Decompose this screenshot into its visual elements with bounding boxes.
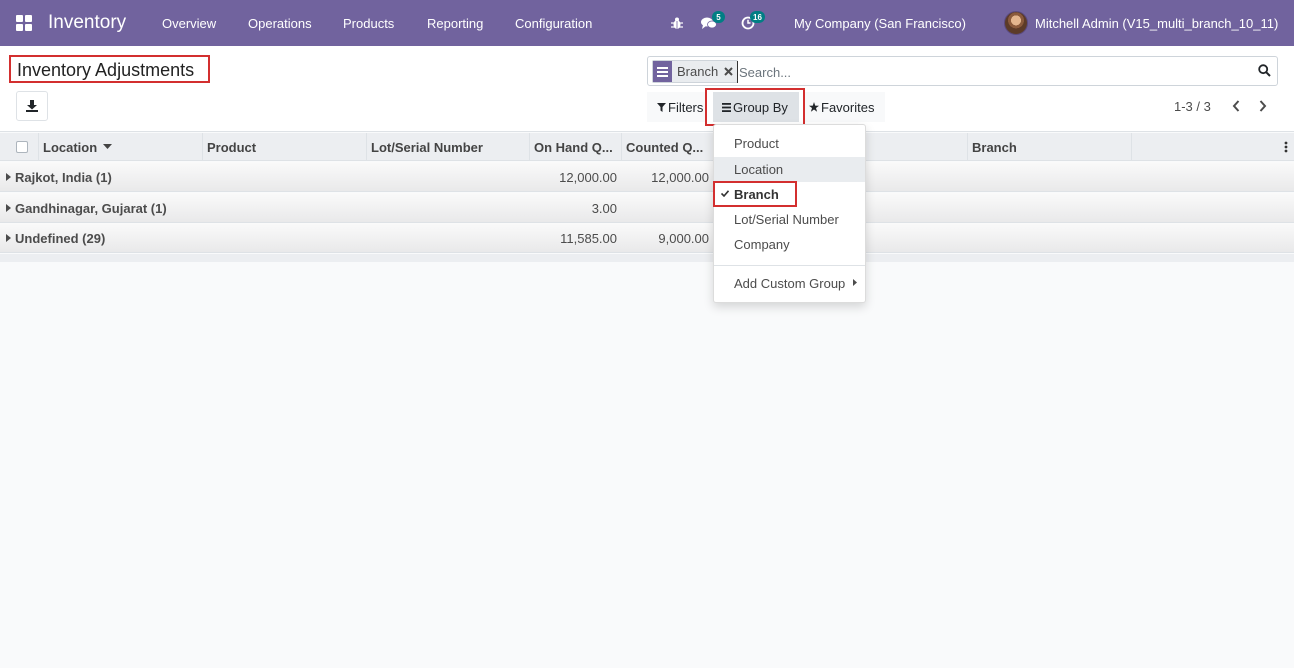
facet-label: Branch <box>677 64 719 79</box>
column-header-product[interactable]: Product <box>202 133 366 161</box>
user-menu[interactable]: Mitchell Admin (V15_multi_branch_10_11) <box>1035 0 1278 46</box>
dropdown-divider <box>714 265 865 266</box>
filters-button[interactable]: Filters <box>647 92 705 122</box>
favorites-button[interactable]: Favorites <box>805 92 885 122</box>
group-by-highlight <box>705 88 805 126</box>
group-on-hand-total: 12,000.00 <box>559 170 617 185</box>
submenu-caret-right-icon <box>853 279 857 286</box>
debug-bug-icon[interactable] <box>670 0 684 46</box>
sort-caret-down-icon <box>103 144 113 149</box>
column-header-counted-quantity[interactable]: Counted Q... <box>621 133 713 161</box>
filters-label: Filters <box>668 99 704 115</box>
control-panel: Inventory Adjustments Branch Filters Gro… <box>0 46 1294 132</box>
company-switcher[interactable]: My Company (San Francisco) <box>794 0 966 46</box>
page-title: Inventory Adjustments <box>9 55 210 83</box>
search-bar: Branch <box>647 56 1278 86</box>
group-by-dropdown: Product Location Branch Lot/Serial Numbe… <box>713 124 866 303</box>
expand-caret-right-icon <box>6 173 11 181</box>
group-name: Undefined (29) <box>15 231 106 246</box>
group-by-option-lot-serial[interactable]: Lot/Serial Number <box>714 207 865 232</box>
pager-next-chevron-right-icon[interactable] <box>1256 98 1270 114</box>
optional-columns-dots-icon[interactable] <box>1284 141 1290 155</box>
top-navbar: Inventory Overview Operations Products R… <box>0 0 1294 46</box>
group-row[interactable]: Undefined (29) 11,585.00 9,000.00 <box>0 223 1294 253</box>
group-row[interactable]: Gandhinagar, Gujarat (1) 3.00 <box>0 193 1294 223</box>
group-name: Rajkot, India (1) <box>15 170 112 185</box>
search-icon[interactable] <box>1258 64 1271 80</box>
menu-operations[interactable]: Operations <box>248 0 312 46</box>
group-by-option-product[interactable]: Product <box>714 131 865 156</box>
favorites-label: Favorites <box>821 99 875 115</box>
app-title[interactable]: Inventory <box>48 0 126 46</box>
group-by-option-location[interactable]: Location <box>714 157 865 182</box>
group-by-list-icon <box>653 61 672 82</box>
select-all-checkbox[interactable] <box>16 141 28 153</box>
column-header-on-hand-quantity[interactable]: On Hand Q... <box>529 133 621 161</box>
star-icon <box>809 102 819 112</box>
menu-configuration[interactable]: Configuration <box>515 0 592 46</box>
group-on-hand-total: 11,585.00 <box>560 231 617 246</box>
group-counted-total: 9,000.00 <box>658 231 709 246</box>
apps-menu-icon[interactable] <box>16 0 34 46</box>
group-name: Gandhinagar, Gujarat (1) <box>15 201 167 216</box>
expand-caret-right-icon <box>6 234 11 242</box>
menu-reporting[interactable]: Reporting <box>427 0 483 46</box>
facet-remove-close-icon[interactable] <box>722 67 734 76</box>
column-header-empty <box>1131 133 1294 161</box>
column-header-lot-serial[interactable]: Lot/Serial Number <box>366 133 529 161</box>
group-by-option-company[interactable]: Company <box>714 232 865 257</box>
list-footer <box>0 254 1294 262</box>
add-custom-group-option[interactable]: Add Custom Group <box>714 271 865 296</box>
pager-previous-chevron-left-icon[interactable] <box>1229 98 1243 114</box>
messages-chat-icon[interactable] <box>700 0 718 46</box>
search-input[interactable] <box>737 61 1247 83</box>
menu-overview[interactable]: Overview <box>162 0 216 46</box>
column-header-branch[interactable]: Branch <box>967 133 1131 161</box>
group-counted-total: 12,000.00 <box>651 170 709 185</box>
pager-value[interactable]: 1-3 / 3 <box>1174 99 1211 114</box>
branch-option-highlight <box>713 181 797 207</box>
funnel-icon <box>657 102 666 112</box>
column-header-location[interactable]: Location <box>38 133 202 161</box>
menu-products[interactable]: Products <box>343 0 394 46</box>
export-download-button[interactable] <box>16 91 48 121</box>
list-header: Location Product Lot/Serial Number On Ha… <box>0 133 1294 161</box>
activity-clock-icon[interactable] <box>740 0 756 46</box>
group-on-hand-total: 3.00 <box>591 201 617 216</box>
user-avatar[interactable] <box>1004 0 1028 46</box>
activities-badge: 16 <box>750 11 765 23</box>
expand-caret-right-icon <box>6 204 11 212</box>
search-facet-groupby-branch: Branch <box>652 60 739 83</box>
group-row[interactable]: Rajkot, India (1) 12,000.00 12,000.00 <box>0 162 1294 192</box>
messages-badge: 5 <box>712 11 725 23</box>
download-icon <box>26 100 38 112</box>
